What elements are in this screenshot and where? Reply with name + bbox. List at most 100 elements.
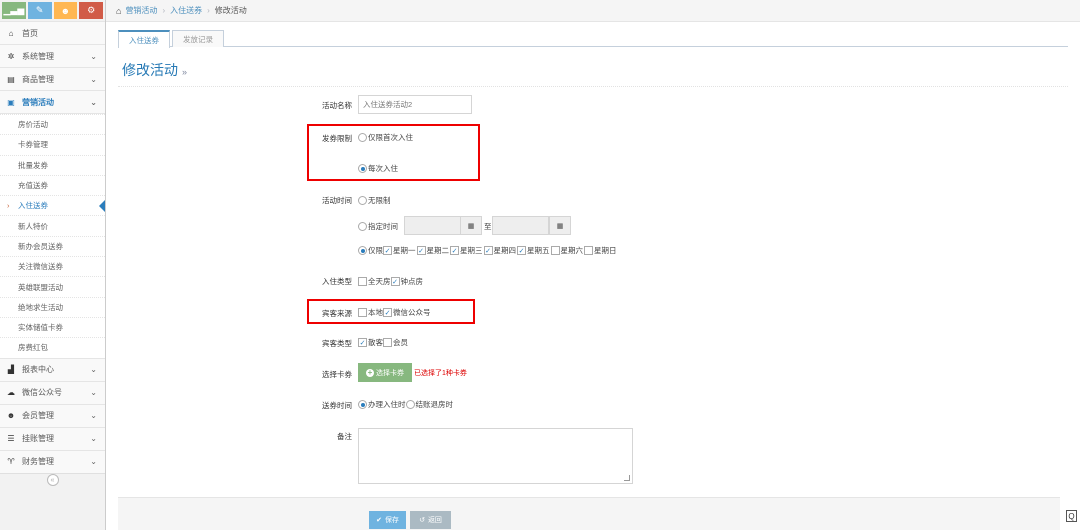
radio[interactable] — [358, 133, 367, 142]
check-icon: ✔ — [376, 517, 382, 524]
calendar-icon[interactable]: ▦ — [549, 216, 571, 235]
sidebar-item-members[interactable]: ☻ 会员管理 ⌄ — [0, 405, 105, 427]
remark-textarea[interactable] — [358, 428, 633, 484]
tab-checkin-coupon[interactable]: 入住送券 — [118, 30, 170, 48]
database-icon: ▤ — [7, 74, 15, 84]
limit-option-every[interactable]: 每次入住 — [358, 163, 398, 174]
sidebar-item-finance[interactable]: ♈ 财务管理 ⌄ — [0, 451, 105, 473]
time-option-unlimited[interactable]: 无限制 — [358, 195, 391, 206]
sidebar-item-products[interactable]: ▤ 商品管理 ⌄ — [0, 68, 105, 90]
collapse-icon: « — [46, 474, 59, 487]
limit-option-first[interactable]: 仅限首次入住 — [358, 132, 413, 143]
radio[interactable] — [358, 222, 367, 231]
checkin-options: 全天房 ✓ 钟点房 — [358, 276, 423, 287]
checkbox[interactable] — [584, 246, 593, 255]
breadcrumb-separator: › — [162, 6, 166, 15]
source-options: 本地 ✓ 微信公众号 — [358, 307, 431, 318]
checkbox[interactable]: ✓ — [383, 308, 392, 317]
cloud-icon: ☁ — [7, 388, 15, 398]
sidebar-item-label: 挂账管理 — [22, 434, 54, 444]
option-label: 仅限 — [368, 246, 383, 255]
button-label: 返回 — [427, 517, 442, 524]
sidebar-item-accounts[interactable]: ☰ 挂账管理 ⌄ — [0, 428, 105, 450]
sidebar-item-home[interactable]: ⌂ 首页 — [0, 22, 105, 44]
send-options: 办理入住时 结账退房时 — [358, 399, 453, 410]
chevron-down-icon: ⌄ — [90, 388, 97, 398]
submenu-item[interactable]: 充值送券 — [0, 174, 105, 195]
undo-icon: ↺ — [419, 517, 425, 524]
weekday-label: 星期一 — [393, 246, 416, 255]
calendar-icon[interactable]: ▦ — [460, 216, 482, 235]
send-label: 送券时间 — [322, 401, 352, 410]
submenu-item[interactable]: 关注微信送券 — [0, 256, 105, 276]
nav-menu: ⌂ 首页 ✲ 系统管理 ⌄ ▤ 商品管理 ⌄ ▣ 营销活动 ⌄ 房价活动 卡券管理 批量发券 … — [0, 21, 105, 473]
end-date-input[interactable] — [492, 216, 549, 235]
button-label: 选择卡券 — [376, 369, 404, 377]
breadcrumb-link[interactable]: 入住送券 — [170, 5, 202, 16]
checkbox[interactable]: ✓ — [483, 246, 493, 255]
breadcrumb-link[interactable]: 营销活动 — [125, 5, 157, 16]
submenu-item[interactable]: 新人特价 — [0, 215, 105, 235]
submenu-item-active[interactable]: 入住送券 — [0, 195, 105, 215]
sidebar-item-wechat[interactable]: ☁ 微信公众号 ⌄ — [0, 382, 105, 404]
option-label: 散客 — [368, 338, 383, 347]
checkbox[interactable] — [550, 246, 560, 255]
submenu-item[interactable]: 实体储值卡券 — [0, 316, 105, 337]
checkbox[interactable]: ✓ — [358, 338, 367, 347]
radio[interactable] — [358, 164, 367, 173]
chevron-down-icon: ⌄ — [90, 365, 97, 375]
list-icon: ☰ — [7, 434, 15, 444]
shortcut-bar: ▁▃▅ ✎ ☻ ⚙ — [0, 0, 105, 21]
pencil-icon[interactable]: ✎ — [27, 2, 52, 19]
sidebar-item-label: 商品管理 — [22, 74, 54, 84]
submenu-item[interactable]: 批量发券 — [0, 154, 105, 175]
option-label: 钟点房 — [400, 277, 424, 286]
checkbox[interactable]: ✓ — [416, 246, 426, 255]
sidebar-item-label: 首页 — [22, 28, 38, 38]
checkbox[interactable]: ✓ — [450, 246, 459, 255]
checkbox[interactable] — [358, 277, 367, 286]
breadcrumb-separator: › — [207, 6, 210, 15]
cog-icon: ✲ — [7, 51, 15, 61]
radio[interactable] — [358, 196, 367, 205]
checkbox[interactable]: ✓ — [390, 277, 400, 286]
plus-circle-icon: + — [366, 368, 374, 377]
option-label: 指定时间 — [368, 222, 398, 231]
submenu-item[interactable]: 绝地求生活动 — [0, 296, 105, 317]
checkin-label: 入住类型 — [322, 277, 352, 286]
back-button[interactable]: ↺ 返回 — [410, 511, 451, 529]
submenu-item[interactable]: 房费红包 — [0, 337, 105, 357]
tab-send-records[interactable]: 发放记录 — [172, 30, 224, 47]
sidebar-item-marketing[interactable]: ▣ 营销活动 ⌄ — [0, 91, 105, 113]
checkbox[interactable]: ✓ — [383, 246, 392, 255]
select-coupon-button[interactable]: + 选择卡券 — [358, 363, 412, 382]
start-date-input[interactable] — [404, 216, 461, 235]
submenu-item[interactable]: 房价活动 — [0, 114, 105, 134]
submenu-item[interactable]: 卡券管理 — [0, 134, 105, 154]
zoom-icon[interactable]: Q — [1066, 510, 1077, 522]
chevron-down-icon: ⌄ — [90, 74, 97, 84]
submenu-item[interactable]: 英雄联盟活动 — [0, 276, 105, 296]
radio[interactable] — [405, 400, 415, 409]
time-option-range[interactable]: 指定时间 — [358, 221, 398, 232]
home-icon: ⌂ — [8, 28, 14, 38]
time-label: 活动时间 — [322, 196, 352, 205]
option-label: 仅限首次入住 — [368, 133, 413, 142]
name-label: 活动名称 — [322, 101, 352, 110]
checkbox[interactable] — [358, 308, 367, 317]
cogs-icon[interactable]: ⚙ — [79, 2, 103, 19]
save-button[interactable]: ✔ 保存 — [369, 511, 406, 529]
name-input[interactable]: 入住送券活动2 — [358, 95, 472, 114]
checkbox[interactable] — [383, 338, 392, 347]
sidebar-item-system[interactable]: ✲ 系统管理 ⌄ — [0, 45, 105, 67]
sidebar-item-reports[interactable]: ▟ 报表中心 ⌄ — [0, 359, 105, 381]
radio[interactable] — [358, 400, 367, 409]
option-label: 无限制 — [368, 196, 391, 205]
signal-icon[interactable]: ▁▃▅ — [2, 2, 26, 19]
radio[interactable] — [358, 246, 367, 255]
users-icon[interactable]: ☻ — [53, 2, 78, 19]
sidebar-collapse[interactable]: « — [0, 472, 105, 487]
chevron-down-icon: ⌄ — [90, 97, 97, 107]
submenu-item[interactable]: 新办会员送券 — [0, 235, 105, 256]
checkbox[interactable]: ✓ — [517, 246, 526, 255]
